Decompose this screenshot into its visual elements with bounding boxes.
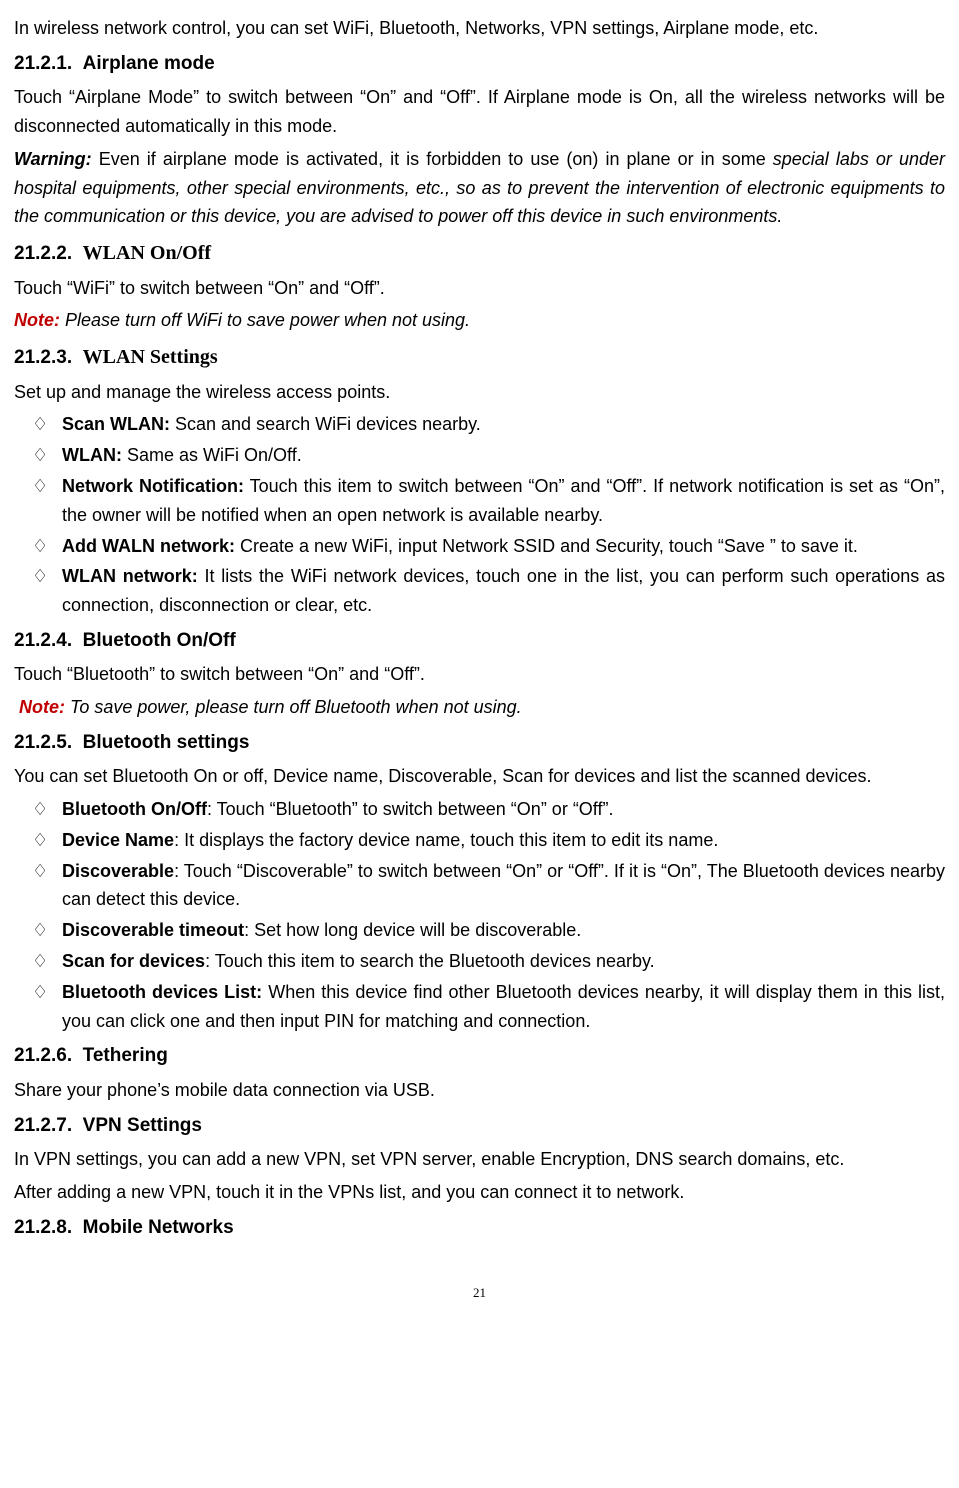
vpn-desc-2: After adding a new VPN, touch it in the … [14, 1178, 945, 1207]
heading-tethering: 21.2.6. Tethering [14, 1041, 945, 1071]
heading-title: WLAN Settings [83, 346, 218, 368]
heading-mobile-networks: 21.2.8. Mobile Networks [14, 1213, 945, 1243]
heading-airplane-mode: 21.2.1. Airplane mode [14, 49, 945, 79]
list-item: Bluetooth On/Off: Touch “Bluetooth” to s… [62, 795, 945, 824]
bluetooth-onoff-desc: Touch “Bluetooth” to switch between “On”… [14, 660, 945, 689]
item-text: : Set how long device will be discoverab… [244, 920, 581, 940]
list-item: Discoverable: Touch “Discoverable” to sw… [62, 857, 945, 915]
wlan-onoff-note: Note: Please turn off WiFi to save power… [14, 306, 945, 335]
heading-bluetooth-onoff: 21.2.4. Bluetooth On/Off [14, 626, 945, 656]
list-item: Bluetooth devices List: When this device… [62, 978, 945, 1036]
item-label: WLAN network: [62, 566, 198, 586]
heading-title: VPN Settings [83, 1115, 202, 1136]
heading-bluetooth-settings: 21.2.5. Bluetooth settings [14, 728, 945, 758]
airplane-desc: Touch “Airplane Mode” to switch between … [14, 83, 945, 141]
item-text: : Touch this item to search the Bluetoot… [205, 951, 655, 971]
heading-number: 21.2.5. [14, 732, 72, 753]
heading-number: 21.2.6. [14, 1045, 72, 1066]
item-text: Scan and search WiFi devices nearby. [170, 414, 481, 434]
item-text: Same as WiFi On/Off. [122, 445, 302, 465]
note-text: Please turn off WiFi to save power when … [60, 310, 470, 330]
bluetooth-settings-list: Bluetooth On/Off: Touch “Bluetooth” to s… [14, 795, 945, 1035]
warning-label: Warning: [14, 149, 92, 169]
heading-title: Bluetooth On/Off [83, 630, 236, 651]
intro-paragraph: In wireless network control, you can set… [14, 14, 945, 43]
item-label: Discoverable timeout [62, 920, 244, 940]
heading-number: 21.2.3. [14, 347, 72, 368]
bluetooth-onoff-note: Note: To save power, please turn off Blu… [14, 693, 945, 722]
item-label: Scan for devices [62, 951, 205, 971]
item-label: Network Notification: [62, 476, 244, 496]
list-item: WLAN: Same as WiFi On/Off. [62, 441, 945, 470]
heading-wlan-settings: 21.2.3. WLAN Settings [14, 341, 945, 373]
item-label: Discoverable [62, 861, 174, 881]
vpn-desc-1: In VPN settings, you can add a new VPN, … [14, 1145, 945, 1174]
warning-text-a: Even if airplane mode is activated, it i… [92, 149, 773, 169]
heading-number: 21.2.8. [14, 1217, 72, 1238]
note-label: Note: [14, 310, 60, 330]
heading-number: 21.2.1. [14, 53, 72, 74]
heading-title: Mobile Networks [83, 1217, 234, 1238]
item-label: Bluetooth On/Off [62, 799, 207, 819]
tethering-desc: Share your phone’s mobile data connectio… [14, 1076, 945, 1105]
item-label: Bluetooth devices List: [62, 982, 262, 1002]
wlan-settings-list: Scan WLAN: Scan and search WiFi devices … [14, 410, 945, 620]
list-item: WLAN network: It lists the WiFi network … [62, 562, 945, 620]
item-text: : It displays the factory device name, t… [174, 830, 718, 850]
item-label: Device Name [62, 830, 174, 850]
list-item: Network Notification: Touch this item to… [62, 472, 945, 530]
item-text: Create a new WiFi, input Network SSID an… [235, 536, 858, 556]
list-item: Discoverable timeout: Set how long devic… [62, 916, 945, 945]
heading-number: 21.2.4. [14, 630, 72, 651]
heading-title: Tethering [83, 1045, 168, 1066]
note-text: To save power, please turn off Bluetooth… [65, 697, 522, 717]
list-item: Scan WLAN: Scan and search WiFi devices … [62, 410, 945, 439]
heading-number: 21.2.7. [14, 1115, 72, 1136]
heading-number: 21.2.2. [14, 243, 72, 264]
wlan-onoff-desc: Touch “WiFi” to switch between “On” and … [14, 274, 945, 303]
heading-wlan-onoff: 21.2.2. WLAN On/Off [14, 237, 945, 269]
heading-title: WLAN On/Off [83, 242, 211, 264]
item-label: WLAN: [62, 445, 122, 465]
list-item: Add WALN network: Create a new WiFi, inp… [62, 532, 945, 561]
list-item: Scan for devices: Touch this item to sea… [62, 947, 945, 976]
heading-title: Airplane mode [83, 53, 215, 74]
note-label: Note: [19, 697, 65, 717]
item-text: : Touch “Bluetooth” to switch between “O… [207, 799, 614, 819]
wlan-settings-desc: Set up and manage the wireless access po… [14, 378, 945, 407]
heading-title: Bluetooth settings [83, 732, 250, 753]
heading-vpn-settings: 21.2.7. VPN Settings [14, 1111, 945, 1141]
airplane-warning: Warning: Even if airplane mode is activa… [14, 145, 945, 231]
item-label: Add WALN network: [62, 536, 235, 556]
page-number: 21 [14, 1283, 945, 1304]
item-text: : Touch “Discoverable” to switch between… [62, 861, 945, 910]
list-item: Device Name: It displays the factory dev… [62, 826, 945, 855]
item-label: Scan WLAN: [62, 414, 170, 434]
bluetooth-settings-desc: You can set Bluetooth On or off, Device … [14, 762, 945, 791]
